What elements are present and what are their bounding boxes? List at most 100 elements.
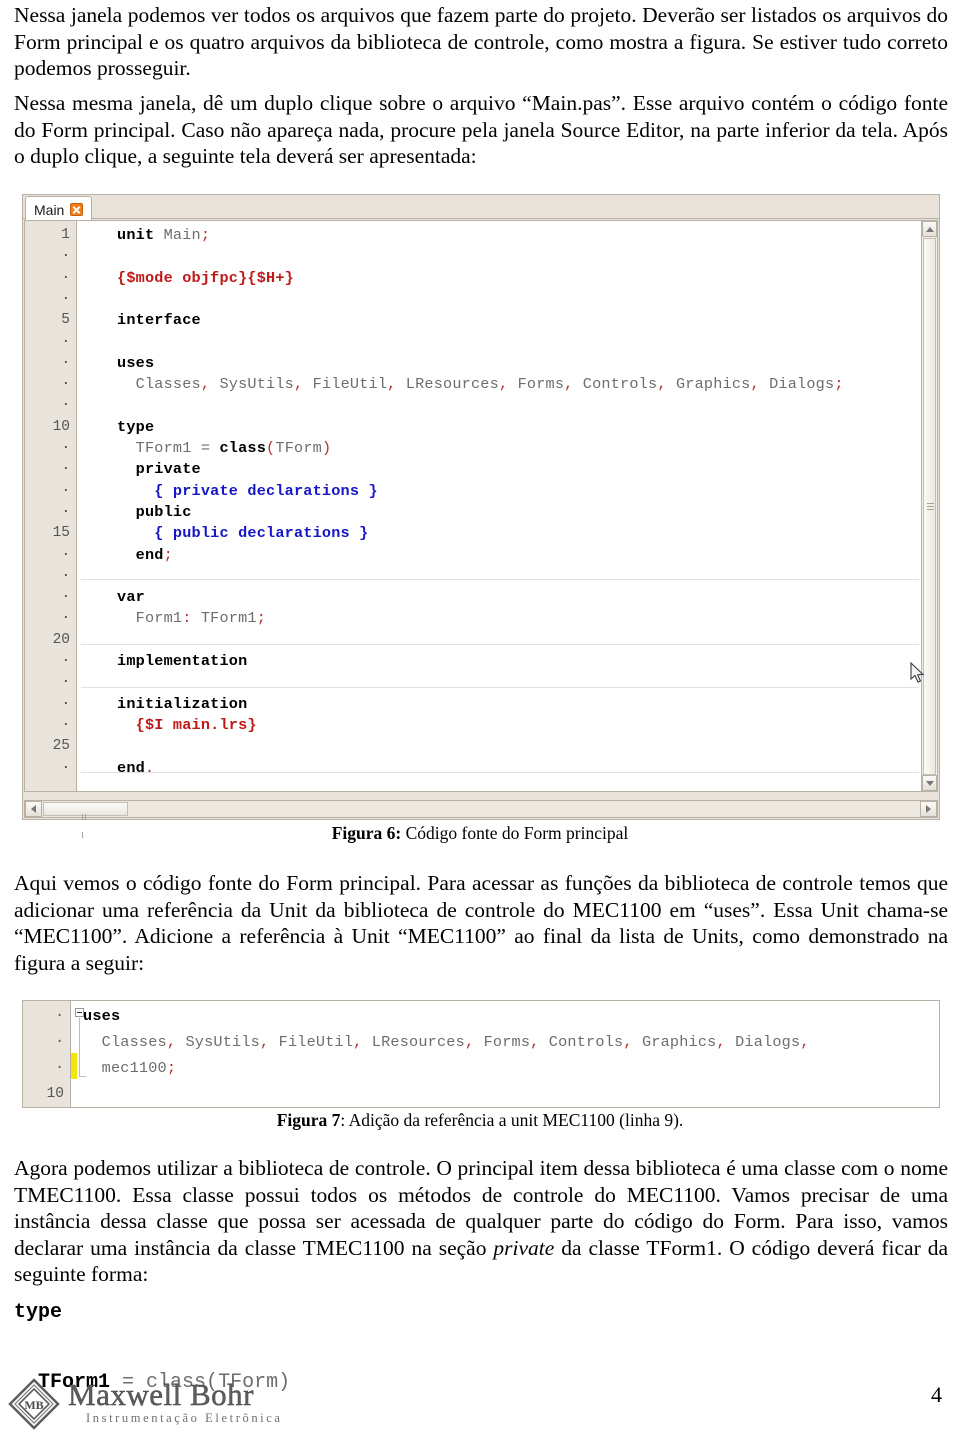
gutter-line-number: 20 (52, 631, 70, 648)
code-line[interactable]: end. (117, 758, 154, 779)
code-token: ; (256, 609, 267, 628)
maxwell-bohr-diamond-icon: MB (8, 1378, 60, 1430)
scroll-left-button[interactable] (25, 801, 42, 817)
gutter-line-number: · (61, 397, 70, 414)
code-token: end (117, 545, 164, 564)
code-token: , (259, 1033, 270, 1051)
code-line[interactable]: Form1: TForm1; (117, 608, 266, 629)
code-token: Controls (573, 375, 658, 394)
code-line[interactable]: uses (117, 353, 154, 374)
vertical-scrollbar-thumb[interactable] (923, 238, 936, 775)
figure-7-text: : Adição da referência a unit MEC1100 (l… (340, 1110, 684, 1130)
code-token: type (14, 1301, 63, 1324)
editor-tab-main[interactable]: Main (25, 196, 93, 220)
code-block-separator (81, 687, 919, 689)
code-token: Controls (539, 1033, 624, 1051)
code-fold-guide-end (79, 1076, 86, 1077)
gutter-line-number: · (61, 461, 70, 478)
code-token: ( (266, 439, 276, 457)
gutter-line-number: · (61, 482, 70, 499)
code-line[interactable]: {$mode objfpc}{$H+} (117, 268, 294, 289)
code-token: mec1100 (83, 1059, 167, 1077)
scroll-right-arrow-icon (926, 805, 931, 813)
code-line[interactable]: unit Main; (117, 225, 210, 246)
code-token: uses (83, 1007, 121, 1025)
gutter-line-number: · (61, 759, 70, 776)
code-token: Forms (508, 375, 565, 394)
code-line[interactable]: { public declarations } (117, 523, 368, 544)
code-token: FileUtil (303, 375, 388, 394)
logo-name: Maxwell Bohr (68, 1377, 254, 1412)
code-token: interface (117, 311, 201, 330)
code-line[interactable]: interface (117, 310, 201, 331)
code-token: {$I main.lrs} (117, 715, 257, 734)
gutter-line-number: · (61, 589, 70, 606)
gutter-line-number: · (61, 248, 70, 265)
code-line[interactable]: TForm1 = class(TForm) (117, 438, 331, 459)
gutter-line-number: · (61, 695, 70, 712)
source-editor-window[interactable]: Main 1 · · · 5 · · · · 10 · · · · 15 · · · · 20 · · · · 25 · unit… (22, 194, 940, 838)
uses-clause-snippet[interactable]: ···10· uses Classes, SysUtils, FileUtil,… (22, 1000, 940, 1108)
close-icon[interactable] (70, 203, 84, 216)
code-line[interactable]: {$I main.lrs} (117, 715, 257, 736)
code-block-separator (81, 643, 919, 645)
code-line[interactable]: type (117, 417, 154, 438)
snippet-code-column[interactable]: uses Classes, SysUtils, FileUtil, LResou… (23, 1001, 939, 1107)
gutter-line-number: · (61, 354, 70, 371)
code-line[interactable]: private (117, 459, 201, 480)
code-line[interactable]: initialization (117, 694, 247, 715)
code-token: TForm1 (191, 609, 257, 628)
scroll-down-button[interactable] (922, 775, 937, 791)
code-token: SysUtils (176, 1033, 260, 1051)
gutter-line-number: · (61, 290, 70, 307)
scrollbar-grip-icon (81, 807, 90, 838)
snippet-code-line[interactable]: mec1100; (83, 1055, 176, 1081)
code-line[interactable]: implementation (117, 651, 247, 672)
code-token: public (117, 502, 192, 521)
snippet-code-line[interactable]: Classes, SysUtils, FileUtil, LResources,… (83, 1029, 810, 1055)
snippet-code-line[interactable]: uses (83, 1003, 120, 1029)
paragraph-1: Nessa janela podemos ver todos os arquiv… (14, 2, 948, 82)
code-token: ; (166, 1059, 177, 1077)
code-line[interactable]: Classes, SysUtils, FileUtil, LResources,… (117, 374, 844, 395)
footer-logo: MB Maxwell Bohr Instrumentação Eletrônic… (8, 1378, 283, 1430)
horizontal-scrollbar[interactable] (24, 800, 938, 838)
gutter-line-number: 10 (52, 418, 70, 435)
figure-7-caption: Figura 7: Adição da referência a unit ME… (0, 1110, 960, 1131)
code-fold-toggle-icon[interactable] (75, 1008, 84, 1017)
mouse-pointer-icon (910, 662, 925, 683)
scrollbar-grip-icon (927, 502, 934, 510)
code-token: Dialogs (759, 375, 835, 394)
code-line[interactable]: var (117, 587, 145, 608)
figure-6-label: Figura 6: (331, 823, 402, 843)
gutter-line-number: · (61, 653, 70, 669)
code-token: Graphics (666, 375, 751, 394)
scroll-up-arrow-icon (926, 227, 934, 232)
code-token: , (623, 1033, 633, 1051)
code-token: Form1 (117, 609, 183, 628)
editor-tabstrip: Main (23, 195, 939, 220)
code-line[interactable]: { private declarations } (117, 481, 378, 502)
vertical-scrollbar[interactable] (921, 220, 938, 792)
scroll-up-button[interactable] (922, 221, 937, 237)
code-token: , (716, 1033, 726, 1051)
code-token: , (464, 1033, 475, 1051)
code-text-column[interactable]: unit Main; {$mode objfpc}{$H+} interface us… (81, 221, 937, 791)
editor-gutter: 1 · · · 5 · · · · 10 · · · · 15 · · · · 20 · · · · 25 · (25, 221, 77, 791)
editor-text-area[interactable]: 1 · · · 5 · · · · 10 · · · · 15 · · · · 20 · · · · 25 · unit Main… (24, 220, 938, 792)
svg-text:MB: MB (24, 1398, 43, 1412)
figure-6-caption: Figura 6: Código fonte do Form principal (0, 823, 960, 844)
scroll-right-button[interactable] (920, 801, 937, 817)
code-token: , (200, 375, 211, 394)
horizontal-scrollbar-thumb[interactable] (43, 802, 128, 838)
code-token: : (182, 609, 192, 628)
final-code-line (14, 1330, 290, 1365)
paragraph-2-text: Nessa mesma janela, dê um duplo clique s… (14, 91, 948, 168)
gutter-line-number: · (61, 503, 70, 520)
code-line[interactable]: public (117, 502, 192, 523)
code-token: , (293, 375, 304, 394)
code-token: { public declarations } (117, 524, 369, 543)
code-line[interactable]: end; (117, 545, 173, 566)
code-token: , (800, 1033, 810, 1051)
